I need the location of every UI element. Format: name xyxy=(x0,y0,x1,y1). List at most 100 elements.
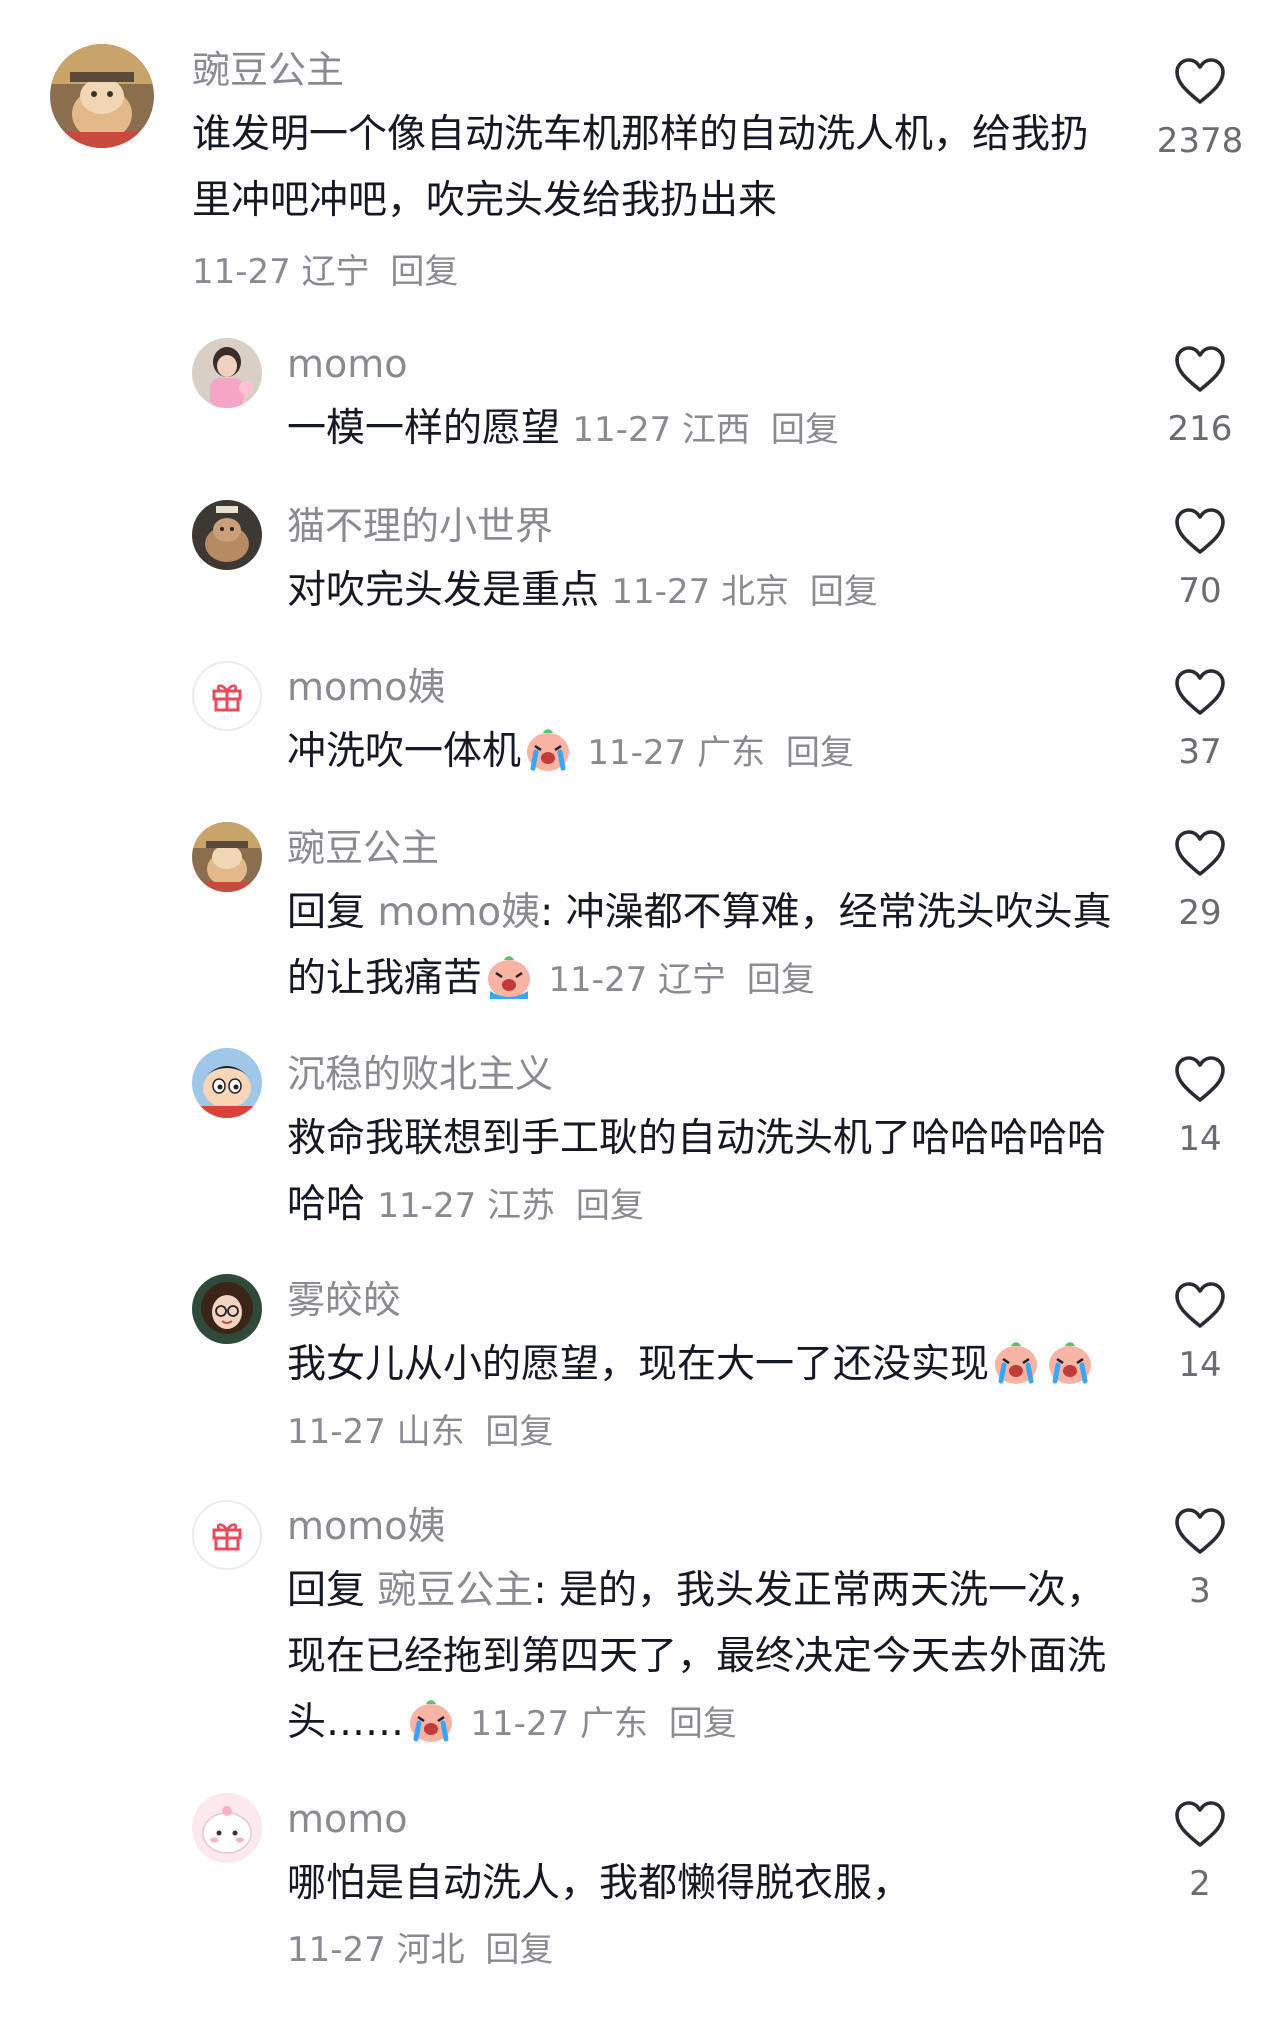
reply-body: momo姨 回复 豌豆公主: 是的，我头发正常两天洗一次，现在已经拖到第四天了，… xyxy=(287,1500,1127,1757)
like-control[interactable]: 14 xyxy=(1150,1054,1250,1162)
reply-meta: 11-27 江苏 回复 xyxy=(377,1186,643,1226)
nickname[interactable]: 豌豆公主 xyxy=(287,822,1127,874)
avatar-cartoon[interactable] xyxy=(192,1048,262,1118)
comment-meta: 11-27 辽宁 回复 xyxy=(192,244,1112,293)
reply-date: 11-27 xyxy=(377,1186,477,1226)
reply-location: 山东 xyxy=(396,1412,465,1452)
nickname[interactable]: 沉稳的败北主义 xyxy=(287,1048,1127,1100)
gift-icon xyxy=(212,1523,242,1551)
reply-date: 11-27 xyxy=(287,1930,386,1970)
like-control[interactable]: 70 xyxy=(1150,506,1250,614)
reply-button[interactable]: 回复 xyxy=(771,410,839,450)
avatar-wandou[interactable] xyxy=(50,44,154,148)
nickname[interactable]: momo姨 xyxy=(287,661,1127,713)
reply-body: 沉稳的败北主义 救命我联想到手工耿的自动洗头机了哈哈哈哈哈哈哈 11-27 江苏… xyxy=(287,1048,1127,1239)
avatar-image xyxy=(50,44,154,148)
like-count: 14 xyxy=(1178,1345,1222,1385)
like-count: 29 xyxy=(1178,893,1222,933)
like-count: 2 xyxy=(1189,1864,1211,1904)
avatar-bunny[interactable] xyxy=(192,1793,262,1863)
like-count: 216 xyxy=(1167,409,1233,449)
nickname[interactable]: 猫不理的小世界 xyxy=(287,500,1127,552)
reply-body: momo 一模一样的愿望 11-27 江西 回复 xyxy=(287,338,1127,463)
reply-button[interactable]: 回复 xyxy=(485,1412,553,1452)
comment-text: 谁发明一个像自动洗车机那样的自动洗人机，给我扔里冲吧冲吧，吹完头发给我扔出来 xyxy=(192,112,1090,223)
reply-location: 北京 xyxy=(721,572,790,612)
reply-button[interactable]: 回复 xyxy=(576,1186,644,1226)
reply-text: 对吹完头发是重点 xyxy=(287,568,600,613)
reply-meta: 11-27 江西 回复 xyxy=(572,410,838,450)
comment-body: 豌豆公主 谁发明一个像自动洗车机那样的自动洗人机，给我扔里冲吧冲吧，吹完头发给我… xyxy=(192,44,1112,293)
like-control[interactable]: 3 xyxy=(1150,1506,1250,1614)
reply-text-line: 回复 豌豆公主: 是的，我头发正常两天洗一次，现在已经拖到第四天了，最终决定今天… xyxy=(287,1558,1127,1757)
like-control[interactable]: 14 xyxy=(1150,1280,1250,1388)
reply-location: 辽宁 xyxy=(658,960,727,1000)
nickname[interactable]: 雾皎皎 xyxy=(287,1274,1127,1326)
reply-meta: 11-27 广东 回复 xyxy=(587,733,853,773)
avatar-image xyxy=(192,1048,262,1118)
reply-location: 江西 xyxy=(682,410,751,450)
avatar-gift[interactable] xyxy=(192,1500,262,1570)
reply-date: 11-27 xyxy=(548,960,648,1000)
reply-location: 江苏 xyxy=(487,1186,556,1226)
avatar-momo[interactable] xyxy=(192,338,262,408)
crying-face-emoji xyxy=(1049,1342,1092,1384)
heart-icon[interactable] xyxy=(1173,1506,1227,1556)
reply-meta: 11-27 广东 回复 xyxy=(470,1704,736,1744)
like-control[interactable]: 2 xyxy=(1150,1799,1250,1907)
like-control[interactable]: 2378 xyxy=(1150,56,1250,164)
reply-text: 冲洗吹一体机 xyxy=(287,729,522,774)
reply-location: 河北 xyxy=(396,1930,465,1970)
reply-date: 11-27 xyxy=(587,733,687,773)
reply-colon: : xyxy=(540,890,554,935)
like-control[interactable]: 216 xyxy=(1150,344,1250,452)
reply-button[interactable]: 回复 xyxy=(786,733,854,773)
comment-date: 11-27 xyxy=(192,252,291,292)
reply-body: momo 哪怕是自动洗人，我都懒得脱衣服， 11-27 河北 回复 xyxy=(287,1793,1127,1983)
reply-colon: : xyxy=(533,1568,547,1613)
avatar-image xyxy=(192,1793,262,1863)
nickname[interactable]: momo xyxy=(287,1793,1127,1845)
reply-date: 11-27 xyxy=(611,572,711,612)
nickname[interactable]: 豌豆公主 xyxy=(192,44,1112,96)
like-control[interactable]: 37 xyxy=(1150,667,1250,775)
avatar-image xyxy=(192,1274,262,1344)
heart-icon[interactable] xyxy=(1173,344,1227,394)
crying-face-emoji xyxy=(995,1342,1038,1384)
reply-button[interactable]: 回复 xyxy=(669,1704,737,1744)
reply-prefix: 回复 xyxy=(287,1568,366,1613)
reply-location: 广东 xyxy=(580,1704,649,1744)
reply-date: 11-27 xyxy=(470,1704,570,1744)
avatar-cat[interactable] xyxy=(192,500,262,570)
like-count: 14 xyxy=(1178,1119,1222,1159)
reply-button[interactable]: 回复 xyxy=(747,960,815,1000)
like-control[interactable]: 29 xyxy=(1150,828,1250,936)
crying-face-emoji xyxy=(488,956,531,999)
reply-date: 11-27 xyxy=(572,410,672,450)
reply-body: 豌豆公主 回复 momo姨: 冲澡都不算难，经常洗头吹头真的让我痛苦 11-27… xyxy=(287,822,1127,1013)
heart-icon[interactable] xyxy=(1173,506,1227,556)
heart-icon[interactable] xyxy=(1173,667,1227,717)
reply-button[interactable]: 回复 xyxy=(810,572,878,612)
heart-icon[interactable] xyxy=(1173,828,1227,878)
crying-face-emoji xyxy=(527,729,570,771)
avatar-wandou[interactable] xyxy=(192,822,262,892)
nickname[interactable]: momo xyxy=(287,338,1127,390)
reply-button[interactable]: 回复 xyxy=(390,252,458,292)
nickname[interactable]: momo姨 xyxy=(287,1500,1127,1552)
reply-text-line: 救命我联想到手工耿的自动洗头机了哈哈哈哈哈哈哈 11-27 江苏 回复 xyxy=(287,1106,1127,1239)
reply-date: 11-27 xyxy=(287,1412,386,1452)
reply-to-user[interactable]: 豌豆公主 xyxy=(377,1568,533,1613)
reply-meta: 11-27 山东 回复 xyxy=(287,1412,553,1452)
reply-text-line: 哪怕是自动洗人，我都懒得脱衣服， xyxy=(287,1851,1127,1917)
heart-icon[interactable] xyxy=(1173,1799,1227,1849)
heart-icon[interactable] xyxy=(1173,1280,1227,1330)
heart-icon[interactable] xyxy=(1173,56,1227,106)
avatar-gift[interactable] xyxy=(192,661,262,731)
avatar-girl[interactable] xyxy=(192,1274,262,1344)
reply-button[interactable]: 回复 xyxy=(485,1930,553,1970)
reply-text: 我女儿从小的愿望，现在大一了还没实现 xyxy=(287,1342,990,1387)
heart-icon[interactable] xyxy=(1173,1054,1227,1104)
reply-text-line: 冲洗吹一体机 11-27 广东 回复 xyxy=(287,719,1127,786)
reply-to-user[interactable]: momo姨 xyxy=(377,890,540,935)
